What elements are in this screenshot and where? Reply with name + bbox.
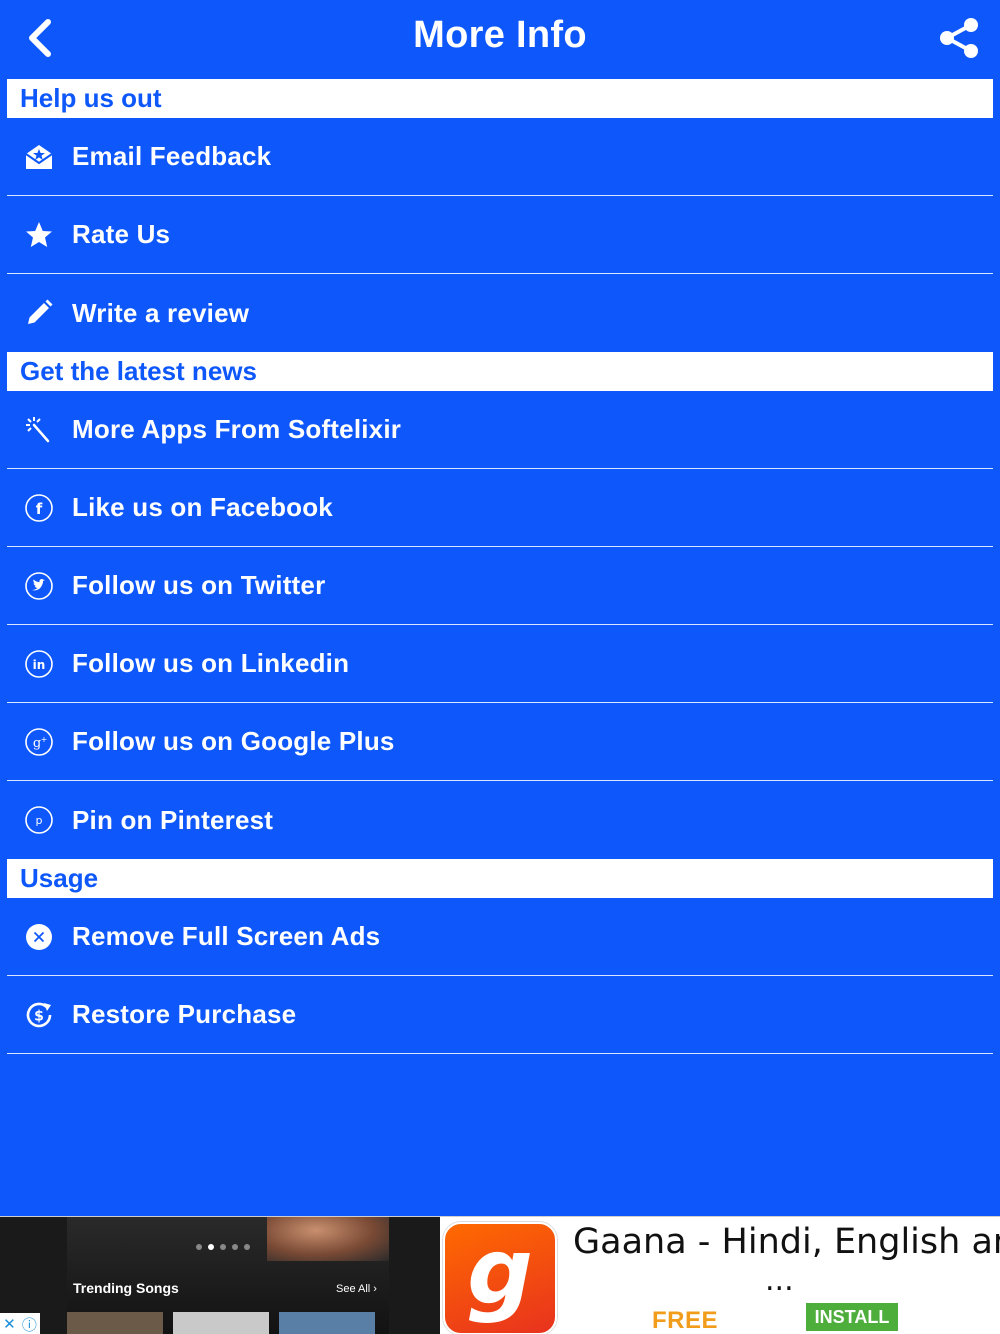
share-button[interactable]	[934, 16, 984, 64]
row-label: Email Feedback	[72, 141, 272, 171]
section-header-usage: Usage	[7, 859, 993, 898]
ad-preview-image: Trending Songs See All ›	[0, 1217, 440, 1334]
close-icon: ✕	[3, 1316, 16, 1333]
twitter-icon	[23, 570, 55, 602]
google-plus-row[interactable]: g + Follow us on Google Plus	[7, 703, 993, 781]
star-icon	[23, 219, 55, 251]
svg-text:$: $	[34, 1008, 44, 1024]
pinterest-icon: p	[23, 804, 55, 836]
row-label: Remove Full Screen Ads	[72, 921, 381, 951]
ad-page-dots	[196, 1244, 250, 1250]
section-header-help-us-out: Help us out	[7, 79, 993, 118]
restore-purchase-icon: $	[23, 999, 55, 1031]
row-label: More Apps From Softelixir	[72, 414, 402, 444]
magic-wand-icon	[23, 414, 55, 446]
row-label: Like us on Facebook	[72, 492, 333, 522]
pinterest-row[interactable]: p Pin on Pinterest	[7, 781, 993, 859]
more-info-list: Help us out Email Feedback Rate Us Write…	[7, 79, 993, 1054]
ad-price-label: FREE	[652, 1307, 719, 1334]
svg-text:in: in	[33, 658, 46, 672]
gaana-logo: g	[443, 1222, 557, 1334]
info-icon[interactable]: ⓘ	[22, 1314, 37, 1334]
svg-text:f: f	[36, 500, 43, 518]
write-review-row[interactable]: Write a review	[7, 274, 993, 352]
ad-install-button[interactable]: INSTALL	[806, 1303, 898, 1331]
google-plus-icon: g +	[23, 726, 55, 758]
ad-ellipsis: ...	[765, 1263, 794, 1298]
email-feedback-icon	[23, 141, 55, 173]
facebook-row[interactable]: f Like us on Facebook	[7, 469, 993, 547]
twitter-row[interactable]: Follow us on Twitter	[7, 547, 993, 625]
email-feedback-row[interactable]: Email Feedback	[7, 118, 993, 196]
restore-purchase-row[interactable]: $ Restore Purchase	[7, 976, 993, 1054]
ad-see-all-label: See All ›	[336, 1283, 377, 1295]
row-label: Follow us on Google Plus	[72, 726, 395, 756]
remove-ads-row[interactable]: Remove Full Screen Ads	[7, 898, 993, 976]
row-label: Follow us on Twitter	[72, 570, 326, 600]
row-label: Pin on Pinterest	[72, 804, 274, 835]
pencil-icon	[23, 297, 55, 329]
rate-us-row[interactable]: Rate Us	[7, 196, 993, 274]
section-header-latest-news: Get the latest news	[7, 352, 993, 391]
linkedin-icon: in	[23, 648, 55, 680]
ad-photo	[267, 1217, 389, 1261]
row-label: Write a review	[72, 297, 250, 328]
linkedin-row[interactable]: in Follow us on Linkedin	[7, 625, 993, 703]
more-apps-row[interactable]: More Apps From Softelixir	[7, 391, 993, 469]
row-label: Rate Us	[72, 219, 171, 249]
page-title: More Info	[413, 14, 587, 56]
ad-trending-label: Trending Songs	[73, 1280, 179, 1296]
row-label: Restore Purchase	[72, 999, 297, 1029]
svg-text:p: p	[36, 814, 43, 827]
ad-banner[interactable]: Trending Songs See All › ✕ ⓘ g Gaana - H…	[0, 1216, 1000, 1334]
ad-close-button[interactable]: ✕ ⓘ	[0, 1313, 40, 1334]
facebook-icon: f	[23, 492, 55, 524]
remove-ads-icon	[23, 921, 55, 953]
nav-bar: More Info	[0, 0, 1000, 79]
svg-text:+: +	[41, 735, 48, 744]
share-icon	[937, 16, 981, 65]
ad-thumb-tiles	[67, 1312, 375, 1334]
row-label: Follow us on Linkedin	[72, 648, 350, 678]
ad-app-title: Gaana - Hindi, English and	[573, 1222, 1000, 1262]
